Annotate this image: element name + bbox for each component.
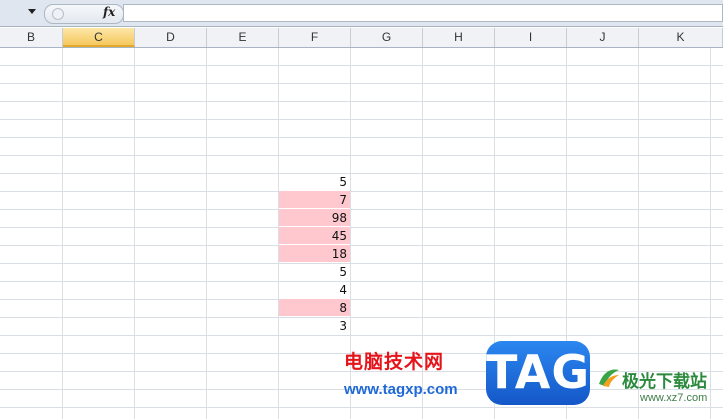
watermark-tag-logo: TAG [486,341,590,405]
cell-f-value-highlighted[interactable]: 45 [279,227,350,244]
watermark-site2-url: www.xz7.com [640,392,708,404]
gridline [134,48,135,419]
gridline [638,48,639,419]
gridline [62,48,63,419]
gridline [0,137,723,138]
cell-f-value[interactable]: 5 [279,173,350,190]
gridline [0,191,723,192]
cell-f-value[interactable]: 5 [279,263,350,280]
column-header-h[interactable]: H [423,28,495,47]
aurora-logo-icon [599,369,619,387]
formula-bar-handle-icon[interactable] [52,8,64,20]
column-header-j[interactable]: J [567,28,639,47]
column-header-d[interactable]: D [135,28,207,47]
name-box-dropdown-icon[interactable] [28,9,36,14]
gridline [0,83,723,84]
cell-f-value[interactable]: 4 [279,281,350,298]
cell-f-value-highlighted[interactable]: 7 [279,191,350,208]
cell-f-value-highlighted[interactable]: 18 [279,245,350,262]
formula-input[interactable] [123,4,723,22]
gridline [0,173,723,174]
column-header-f[interactable]: F [279,28,351,47]
column-header-c[interactable]: C [63,28,135,47]
column-header-b[interactable]: B [0,28,63,47]
cell-f-value[interactable]: 3 [279,317,350,334]
gridline [0,101,723,102]
column-header-i[interactable]: I [495,28,567,47]
gridline [710,48,711,419]
column-header-row: B C D E F G H I J K [0,28,723,48]
gridline [0,227,723,228]
gridline [0,407,723,408]
gridline [0,155,723,156]
watermark-site-name: 电脑技术网 [344,351,445,373]
insert-function-icon[interactable]: fx [103,5,115,19]
gridline [0,281,723,282]
gridline [0,317,723,318]
gridline [0,335,723,336]
gridline [0,263,723,264]
watermark-site-url: www.tagxp.com [344,381,458,398]
column-header-k[interactable]: K [639,28,723,47]
cell-f-value-highlighted[interactable]: 8 [279,299,350,316]
gridline [0,209,723,210]
watermark-tag-text: TAG [486,345,591,399]
watermark-site2-name: 极光下载站 [622,372,707,392]
gridline [0,245,723,246]
gridline [206,48,207,419]
gridline [0,119,723,120]
column-header-e[interactable]: E [207,28,279,47]
column-header-g[interactable]: G [351,28,423,47]
gridline [0,65,723,66]
formula-bar: fx [0,0,723,27]
cell-f-value-highlighted[interactable]: 98 [279,209,350,226]
gridline [0,299,723,300]
